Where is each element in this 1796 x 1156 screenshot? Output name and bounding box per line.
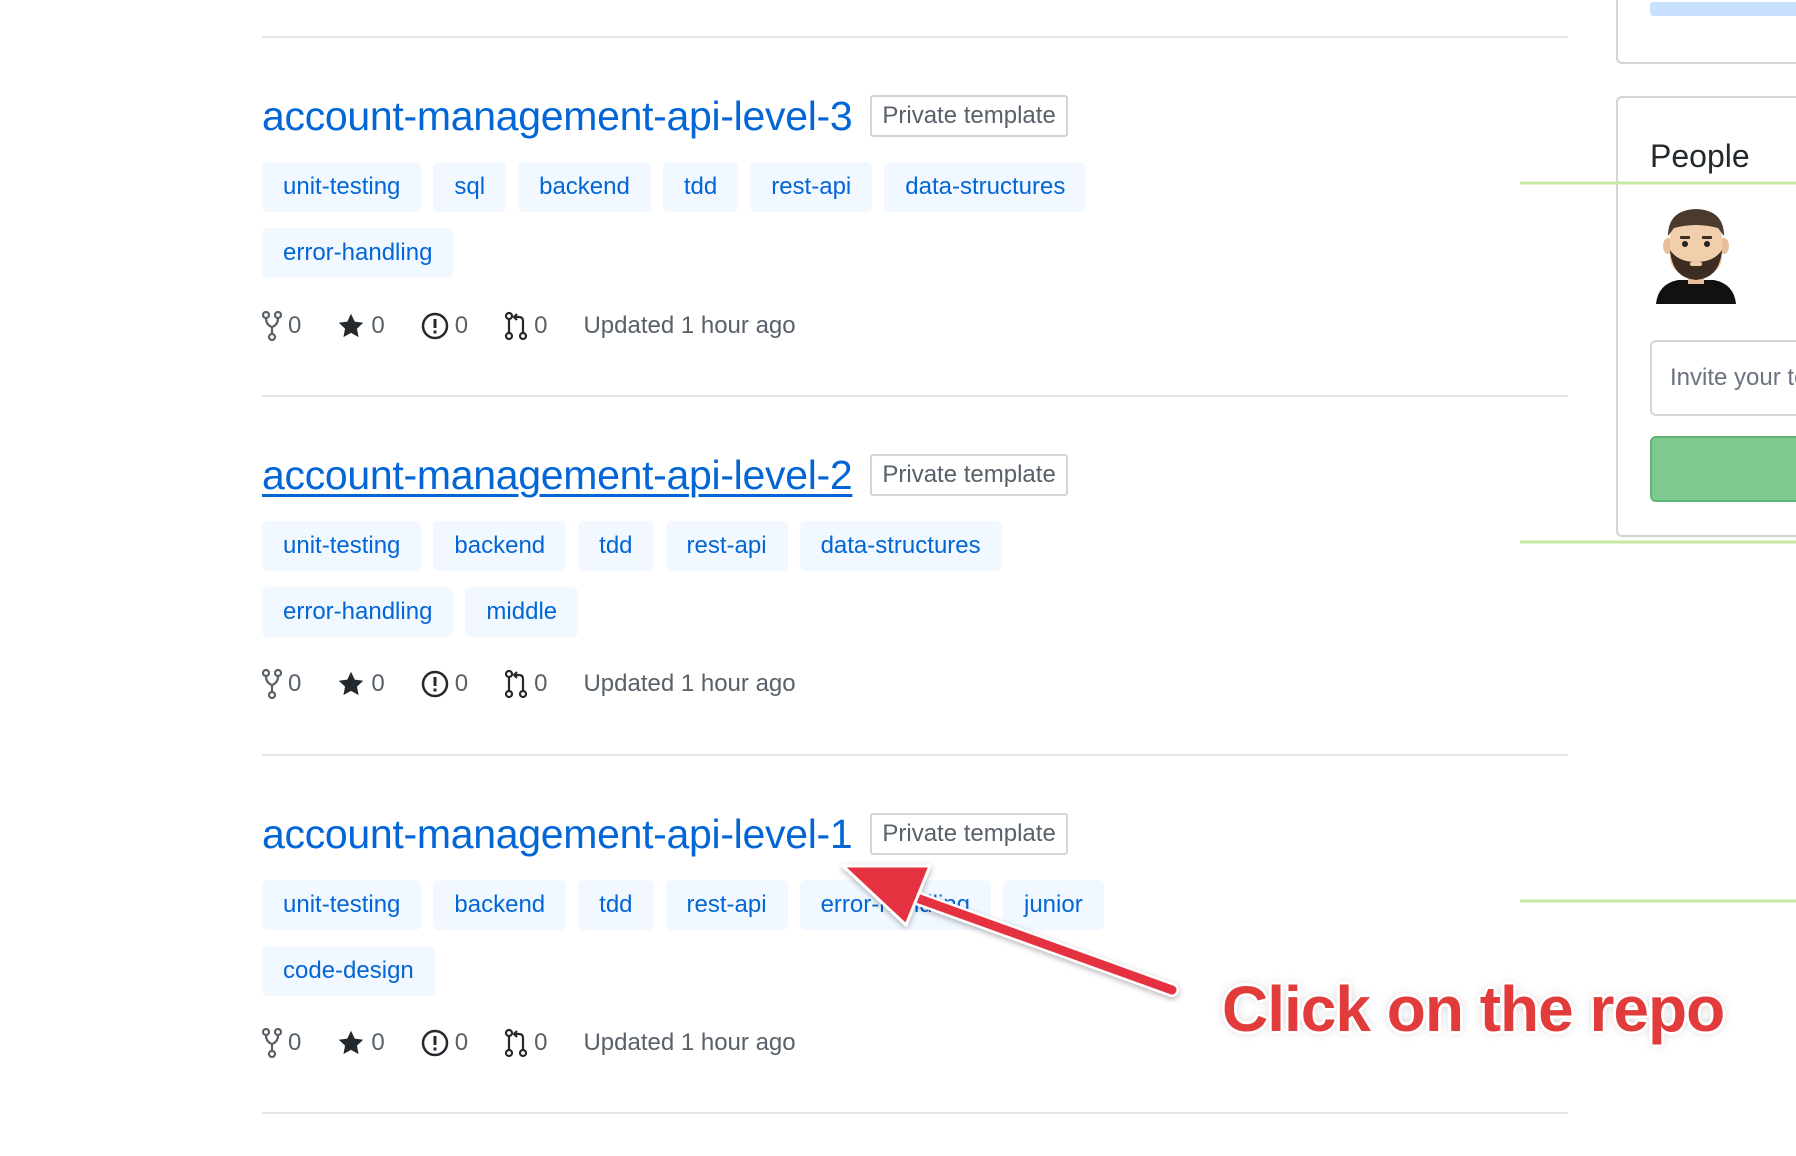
- pull-request-icon: [504, 311, 528, 341]
- topic-list: unit-testing sql backend tdd rest-api da…: [262, 162, 1192, 278]
- avatar[interactable]: [1654, 206, 1738, 309]
- stars-count-link[interactable]: 0: [337, 1029, 385, 1057]
- topic-tag[interactable]: backend: [518, 162, 651, 212]
- topic-tag[interactable]: tdd: [578, 880, 654, 930]
- forks-count: 0: [288, 312, 302, 339]
- topic-tag[interactable]: junior: [1002, 880, 1104, 930]
- topic-tag[interactable]: data-structures: [884, 162, 1087, 212]
- topic-tag[interactable]: tdd: [578, 521, 654, 571]
- issues-count-link[interactable]: 0: [421, 312, 468, 340]
- people-panel: People: [1616, 96, 1796, 537]
- repo-name-link[interactable]: account-management-api-level-2: [262, 451, 853, 499]
- updated-time: Updated 1 hour ago: [583, 670, 796, 697]
- divider: [262, 754, 1568, 756]
- issues-count: 0: [454, 312, 469, 339]
- activity-sparkline: [1520, 899, 1796, 903]
- fork-icon: [262, 311, 282, 341]
- topic-tag[interactable]: backend: [433, 521, 567, 571]
- topic-tag[interactable]: data-structures: [799, 521, 1002, 571]
- repo-meta: 0 0 0 0 Updated 1 hour ago: [262, 311, 796, 341]
- updated-time: Updated 1 hour ago: [583, 1029, 796, 1056]
- fork-icon: [262, 1028, 282, 1058]
- divider: [262, 395, 1568, 397]
- topic-tag[interactable]: unit-testing: [262, 880, 422, 930]
- repo-name-link[interactable]: account-management-api-level-1: [262, 810, 853, 858]
- pull-request-icon: [504, 669, 528, 699]
- pulls-count: 0: [534, 312, 548, 339]
- stars-count-link[interactable]: 0: [337, 670, 385, 698]
- avatar-icon: [1656, 209, 1736, 304]
- issues-count: 0: [454, 670, 469, 697]
- stars-count-link[interactable]: 0: [337, 312, 385, 340]
- fork-icon: [262, 669, 282, 699]
- issue-icon: [421, 1029, 448, 1057]
- activity-sparkline: [1520, 181, 1796, 185]
- topic-tag[interactable]: unit-testing: [262, 162, 422, 212]
- repo-meta: 0 0 0 0 Updated 1 hour ago: [262, 669, 796, 699]
- pulls-count-link[interactable]: 0: [504, 1028, 547, 1058]
- topic-list: unit-testing backend tdd rest-api error-…: [262, 880, 1192, 996]
- forks-count-link[interactable]: 0: [262, 1028, 301, 1058]
- divider: [262, 36, 1568, 38]
- topic-tag[interactable]: middle: [465, 587, 579, 637]
- activity-sparkline: [1520, 540, 1796, 544]
- topic-tag[interactable]: error-handling: [262, 587, 454, 637]
- repo-meta: 0 0 0 0 Updated 1 hour ago: [262, 1028, 796, 1058]
- divider: [262, 1112, 1568, 1114]
- stars-count: 0: [371, 670, 385, 697]
- forks-count-link[interactable]: 0: [262, 311, 301, 341]
- topic-tag[interactable]: sql: [433, 162, 507, 212]
- topic-tag[interactable]: tdd: [662, 162, 739, 212]
- topic-tag[interactable]: rest-api: [665, 521, 788, 571]
- issues-count-link[interactable]: 0: [421, 670, 468, 698]
- pulls-count: 0: [534, 670, 548, 697]
- issues-count-link[interactable]: 0: [421, 1029, 468, 1057]
- topic-tag[interactable]: rest-api: [665, 880, 788, 930]
- repo-name-link[interactable]: account-management-api-level-3: [262, 92, 853, 140]
- issues-count: 0: [454, 1029, 469, 1056]
- forks-count: 0: [288, 1029, 302, 1056]
- people-title: People: [1650, 138, 1750, 174]
- stars-count: 0: [371, 1029, 385, 1056]
- issue-icon: [421, 670, 448, 698]
- annotation-text: Click on the repo: [1222, 973, 1725, 1045]
- topic-tag[interactable]: code-design: [262, 946, 435, 996]
- updated-time: Updated 1 hour ago: [583, 312, 796, 339]
- topic-tag[interactable]: error-handling: [262, 228, 454, 278]
- pulls-count: 0: [534, 1029, 548, 1056]
- sidebar-top-panel: [1616, 0, 1796, 64]
- pulls-count-link[interactable]: 0: [504, 669, 547, 699]
- topic-tag[interactable]: rest-api: [750, 162, 873, 212]
- sidebar-top-button[interactable]: [1650, 2, 1796, 16]
- star-icon: [339, 1030, 364, 1055]
- pull-request-icon: [504, 1028, 528, 1058]
- forks-count-link[interactable]: 0: [262, 669, 301, 699]
- star-icon: [339, 671, 364, 696]
- stars-count: 0: [371, 312, 385, 339]
- invite-input[interactable]: [1650, 340, 1796, 416]
- topic-list: unit-testing backend tdd rest-api data-s…: [262, 521, 1192, 637]
- issue-icon: [421, 312, 448, 340]
- private-template-badge: Private template: [870, 95, 1068, 137]
- private-template-badge: Private template: [870, 813, 1068, 855]
- pulls-count-link[interactable]: 0: [504, 311, 547, 341]
- private-template-badge: Private template: [870, 454, 1068, 496]
- topic-tag[interactable]: backend: [433, 880, 567, 930]
- topic-tag[interactable]: error-handling: [799, 880, 991, 930]
- topic-tag[interactable]: unit-testing: [262, 521, 422, 571]
- forks-count: 0: [288, 670, 302, 697]
- invite-button[interactable]: [1650, 436, 1796, 502]
- star-icon: [339, 313, 364, 338]
